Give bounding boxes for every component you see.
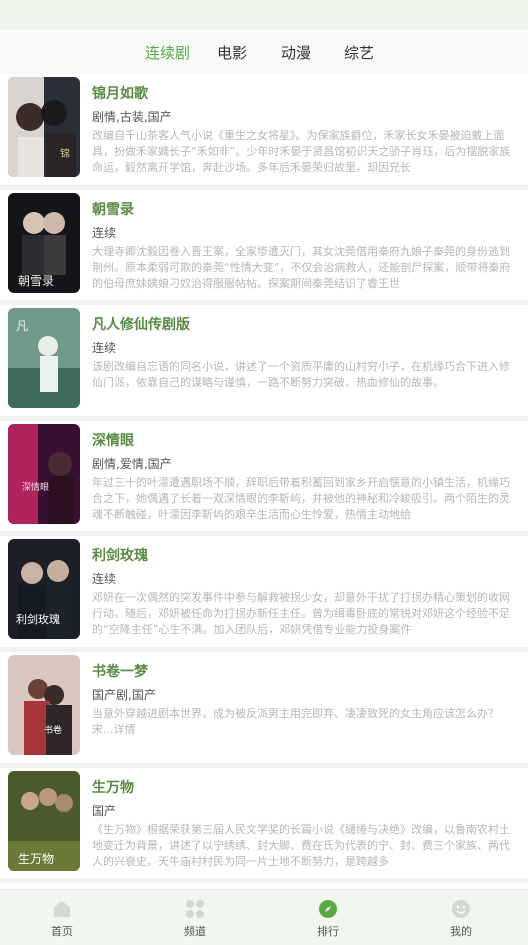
item-title[interactable]: 锦月如歌 bbox=[92, 83, 148, 103]
item-genre: 连续 bbox=[92, 225, 117, 240]
item-description: 当意外穿越进剧本世界，成为被反派男主用完即弃、凄凄致死的女主角应该怎么办？宋..… bbox=[92, 706, 499, 736]
tab-anime[interactable]: 动漫 bbox=[281, 42, 311, 63]
item-title[interactable]: 利剑玫瑰 bbox=[92, 545, 148, 565]
item-description: 《生万物》根据荣获第三届人民文学奖的长篇小说《缱绻与决绝》改编，以鲁南农村土地变… bbox=[92, 822, 510, 868]
list-item[interactable]: 生万物 生万物 国产 《生万物》根据荣获第三届人民文学奖的长篇小说《缱绻与决绝》… bbox=[0, 767, 528, 884]
item-genre: 连续 bbox=[92, 341, 117, 356]
svg-text:朝雪录: 朝雪录 bbox=[18, 274, 54, 288]
nav-channels-label: 频道 bbox=[184, 925, 206, 938]
item-title[interactable]: 书卷一梦 bbox=[92, 661, 148, 681]
item-description: 该剧改编自忘语的同名小说，讲述了一个资质平庸的山村穷小子，在机缘巧合下进入修仙门… bbox=[92, 360, 510, 390]
status-bar bbox=[0, 0, 528, 30]
poster-image[interactable]: 生万物 bbox=[8, 770, 80, 871]
poster-image[interactable]: 凡 bbox=[8, 308, 80, 409]
item-description: 改编自千山茶客人气小说《重生之女将星》。为保家族爵位，禾家长女禾晏被迫戴上面具，… bbox=[92, 129, 511, 174]
list-item[interactable]: 深情眼 深情眼 剧情,爱情,国产 年过三十的叶濛遭遇职场不顺，辞职后带着积蓄回到… bbox=[0, 420, 528, 537]
tab-series[interactable]: 连续剧 bbox=[145, 42, 190, 63]
list-item[interactable]: 利剑玫瑰 利剑玫瑰 连续 邓妍在一次偶然的突发事件中参与解救被拐少女，却意外干扰… bbox=[0, 536, 528, 652]
item-genre: 连续 bbox=[92, 572, 117, 587]
nav-home[interactable]: 首页 bbox=[22, 890, 102, 945]
poster-image[interactable]: 深情眼 bbox=[8, 423, 80, 524]
bottom-nav: 首页 频道 排行 我的 bbox=[0, 889, 528, 945]
nav-channels[interactable]: 频道 bbox=[155, 890, 235, 945]
item-title[interactable]: 凡人修仙传剧版 bbox=[92, 314, 190, 334]
nav-ranking-label: 排行 bbox=[317, 925, 339, 938]
list-item[interactable]: 朝雪录 朝雪录 连续 大理寺卿沈毅因卷入晋王案，全家惨遭灭门，其女沈莞借用秦府九… bbox=[0, 189, 528, 306]
item-genre: 剧情,古装,国产 bbox=[92, 110, 172, 124]
poster-image[interactable]: 书卷 bbox=[8, 654, 80, 755]
item-genre: 剧情,爱情,国产 bbox=[92, 456, 172, 471]
list-item[interactable]: 书卷 书卷一梦 国产剧,国产 当意外穿越进剧本世界，成为被反派男主用完即弃、凄凄… bbox=[0, 651, 528, 768]
category-tabs: 连续剧 电影 动漫 综艺 bbox=[0, 30, 528, 74]
smile-icon bbox=[451, 899, 471, 919]
item-title[interactable]: 深情眼 bbox=[92, 430, 134, 450]
nav-home-label: 首页 bbox=[51, 925, 73, 938]
item-genre: 国产 bbox=[92, 803, 117, 818]
drama-list: 锦 锦月如歌 剧情,古装,国产 改编自千山茶客人气小说《重生之女将星》。为保家族… bbox=[0, 74, 528, 884]
svg-text:凡: 凡 bbox=[16, 319, 28, 333]
svg-text:利剑玫瑰: 利剑玫瑰 bbox=[16, 612, 60, 626]
item-description: 邓妍在一次偶然的突发事件中参与解救被拐少女，却意外干扰了打拐办精心策划的收网行动… bbox=[92, 591, 510, 637]
svg-text:生万物: 生万物 bbox=[18, 852, 54, 866]
tab-movies[interactable]: 电影 bbox=[217, 42, 247, 63]
svg-text:书卷: 书卷 bbox=[44, 724, 62, 736]
list-item[interactable]: 凡 凡人修仙传剧版 连续 该剧改编自忘语的同名小说，讲述了一个资质平庸的山村穷小… bbox=[0, 305, 528, 421]
poster-image[interactable]: 锦 bbox=[8, 77, 80, 177]
item-title[interactable]: 生万物 bbox=[92, 777, 134, 797]
item-title[interactable]: 朝雪录 bbox=[92, 199, 134, 219]
item-genre: 国产剧,国产 bbox=[92, 687, 156, 702]
grid-icon bbox=[185, 899, 205, 919]
nav-ranking[interactable]: 排行 bbox=[288, 890, 368, 945]
nav-profile-label: 我的 bbox=[450, 925, 472, 938]
home-icon bbox=[52, 899, 72, 919]
svg-text:深情眼: 深情眼 bbox=[22, 481, 49, 493]
poster-image[interactable]: 利剑玫瑰 bbox=[8, 539, 80, 640]
nav-profile[interactable]: 我的 bbox=[421, 890, 501, 945]
svg-text:锦: 锦 bbox=[60, 147, 70, 160]
item-description: 年过三十的叶濛遭遇职场不顺，辞职后带着积蓄回到家乡开启惬意的小镇生活，机缘巧合之… bbox=[92, 475, 510, 521]
compass-icon bbox=[318, 899, 338, 919]
poster-image[interactable]: 朝雪录 bbox=[8, 192, 80, 293]
item-description: 大理寺卿沈毅因卷入晋王案，全家惨遭灭门，其女沈莞借用秦府九娘子秦莞的身份逃到荆州… bbox=[92, 244, 511, 290]
tab-variety[interactable]: 综艺 bbox=[344, 42, 374, 63]
list-item[interactable]: 锦 锦月如歌 剧情,古装,国产 改编自千山茶客人气小说《重生之女将星》。为保家族… bbox=[0, 74, 528, 190]
